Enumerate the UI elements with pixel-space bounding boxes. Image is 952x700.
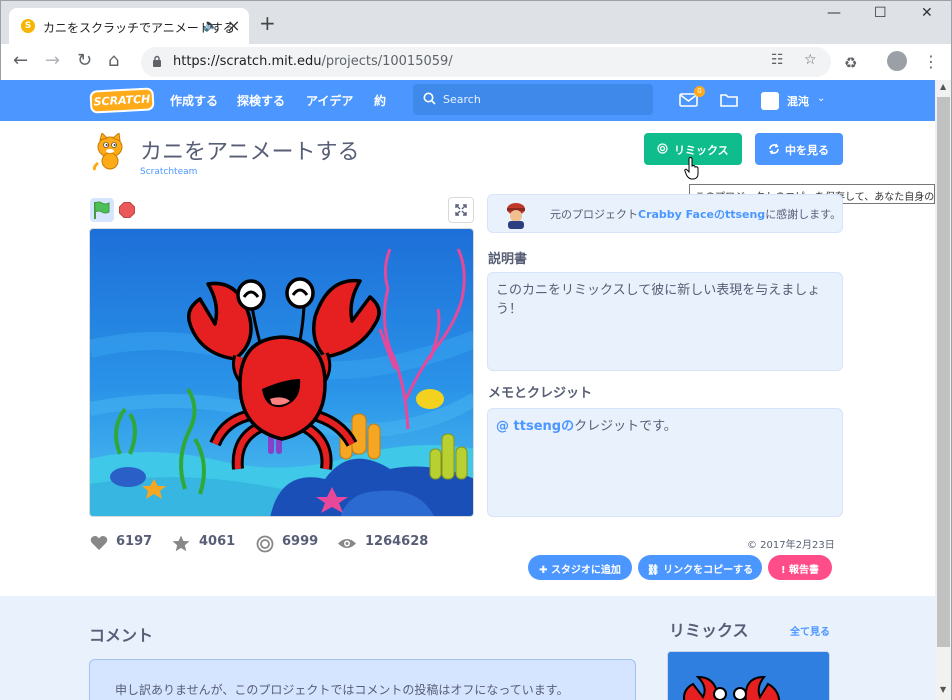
remix-button-label: リミックス: [674, 144, 729, 157]
plus-icon: ✚: [539, 565, 551, 576]
new-tab-icon[interactable]: +: [259, 13, 276, 33]
forward-arrow-icon[interactable]: →: [45, 50, 60, 72]
my-stuff-folder-icon[interactable]: [720, 93, 738, 107]
notes-text: クレジットです。: [574, 419, 677, 434]
extension-recycle-icon[interactable]: ♻: [844, 54, 857, 72]
report-button[interactable]: ! 報告書: [768, 555, 832, 580]
remix-count: 6999: [282, 534, 319, 549]
remix-credit-text: 元のプロジェクトCrabby Faceのttsengに感謝します。: [550, 208, 842, 221]
instructions-heading: 説明書: [488, 252, 528, 267]
love-heart-icon[interactable]: [90, 535, 108, 551]
scratch-logo[interactable]: SCRATCH: [89, 87, 155, 114]
share-date: © 2017年2月23日: [747, 540, 835, 551]
original-project-thumbnail[interactable]: [502, 199, 530, 229]
scroll-thumb[interactable]: [937, 97, 950, 647]
fullscreen-button[interactable]: [448, 197, 474, 223]
fullscreen-icon: [455, 204, 467, 216]
browser-tabstrip: S カニをスクラッチでアニメートする 🔈 × + — ☐ ✕: [0, 0, 952, 45]
scroll-down-arrow-icon[interactable]: ▼: [940, 685, 946, 694]
maximize-icon[interactable]: ☐: [874, 5, 887, 21]
url-text: https://scratch.mit.edu/projects/1001505…: [173, 54, 453, 69]
minimize-icon[interactable]: —: [827, 5, 841, 21]
remix-spiral-icon: [657, 143, 668, 154]
browser-menu-icon[interactable]: ⋮: [923, 52, 939, 71]
username[interactable]: 混沌: [787, 93, 809, 109]
add-to-studio-button[interactable]: ✚ スタジオに追加: [528, 555, 632, 580]
search-icon: [423, 92, 436, 105]
nav-about[interactable]: 約: [374, 92, 386, 109]
notes-mention-link[interactable]: @ ttsengの: [496, 419, 574, 434]
stop-sign-icon[interactable]: [119, 202, 135, 218]
original-author-link[interactable]: ttseng: [725, 208, 765, 221]
scratch-favicon-icon: S: [21, 19, 35, 33]
comments-heading: コメント: [89, 626, 154, 645]
notes-heading: メモとクレジット: [488, 386, 593, 401]
nav-create[interactable]: 作成する: [170, 92, 218, 109]
project-title: カニをアニメートする: [140, 140, 360, 165]
green-flag-icon: [94, 201, 110, 219]
window-close-icon[interactable]: ✕: [921, 5, 933, 21]
translate-icon[interactable]: ☷: [771, 52, 784, 68]
scroll-up-arrow-icon[interactable]: ▲: [940, 82, 946, 91]
home-icon[interactable]: ⌂: [108, 50, 119, 72]
scratch-navbar: SCRATCH 作成する 探検する アイデア 約 0 混沌 ⌄: [0, 80, 935, 121]
project-stage[interactable]: [89, 228, 474, 517]
audio-playing-icon[interactable]: 🔈: [203, 18, 218, 32]
crab-stage-image: [90, 229, 473, 516]
search-box[interactable]: [413, 84, 653, 115]
remix-crab-thumbnail-image: [668, 652, 829, 700]
favorite-star-icon[interactable]: [172, 535, 190, 552]
original-project-link[interactable]: Crabby Face: [638, 208, 714, 221]
reload-icon[interactable]: ↻: [77, 50, 92, 72]
scratch-cat-avatar[interactable]: [90, 133, 130, 171]
chevron-down-icon[interactable]: ⌄: [817, 93, 825, 104]
view-count: 1264628: [365, 534, 429, 549]
comments-off-text: 申し訳ありませんが、このプロジェクトではコメントの投稿はオフになっています。: [115, 683, 569, 697]
hand-cursor-icon: [684, 157, 699, 180]
notes-box: @ ttsengのクレジットです。: [487, 408, 843, 517]
address-bar: ← → ↻ ⌂ https://scratch.mit.edu/projects…: [0, 44, 952, 80]
user-avatar[interactable]: [761, 92, 779, 110]
lock-icon: [153, 55, 161, 67]
remix-count-spiral-icon: [256, 535, 274, 553]
browser-tab[interactable]: S カニをスクラッチでアニメートする 🔈 ×: [9, 8, 249, 45]
back-arrow-icon[interactable]: ←: [13, 50, 28, 72]
remix-thumbnail[interactable]: [667, 651, 830, 700]
tab-close-icon[interactable]: ×: [227, 16, 240, 35]
favorite-count: 4061: [199, 534, 236, 549]
bookmark-star-icon[interactable]: ☆: [804, 52, 817, 68]
views-eye-icon: [338, 539, 356, 548]
see-inside-button[interactable]: 中を見る: [755, 133, 843, 165]
message-count-badge: 0: [694, 86, 705, 97]
green-flag-button[interactable]: [90, 198, 114, 222]
profile-avatar-icon[interactable]: [887, 51, 907, 71]
link-chain-icon: ⛓: [646, 565, 664, 576]
omnibox[interactable]: https://scratch.mit.edu/projects/1001505…: [141, 47, 831, 77]
report-exclamation-icon: !: [780, 565, 790, 576]
project-author-link[interactable]: Scratchteam: [140, 167, 197, 177]
see-inside-button-label: 中を見る: [785, 144, 829, 157]
nav-explore[interactable]: 探検する: [237, 92, 285, 109]
instructions-text: このカニをリミックスして彼に新しい表現を与えましょう！: [487, 272, 843, 371]
nav-ideas[interactable]: アイデア: [306, 92, 353, 109]
copy-link-button[interactable]: ⛓ リンクをコピーする: [638, 555, 762, 580]
see-inside-arrows-icon: [769, 143, 779, 155]
love-count: 6197: [116, 534, 153, 549]
comments-off-notice: 申し訳ありませんが、このプロジェクトではコメントの投稿はオフになっています。: [89, 659, 636, 700]
remix-credit-box: 元のプロジェクトCrabby Faceのttsengに感謝します。: [487, 194, 843, 233]
search-input[interactable]: [443, 88, 643, 110]
remixes-heading: リミックス: [669, 621, 749, 640]
see-all-remixes-link[interactable]: 全て見る: [790, 623, 830, 638]
page-scrollbar[interactable]: ▲ ▼: [935, 80, 952, 700]
